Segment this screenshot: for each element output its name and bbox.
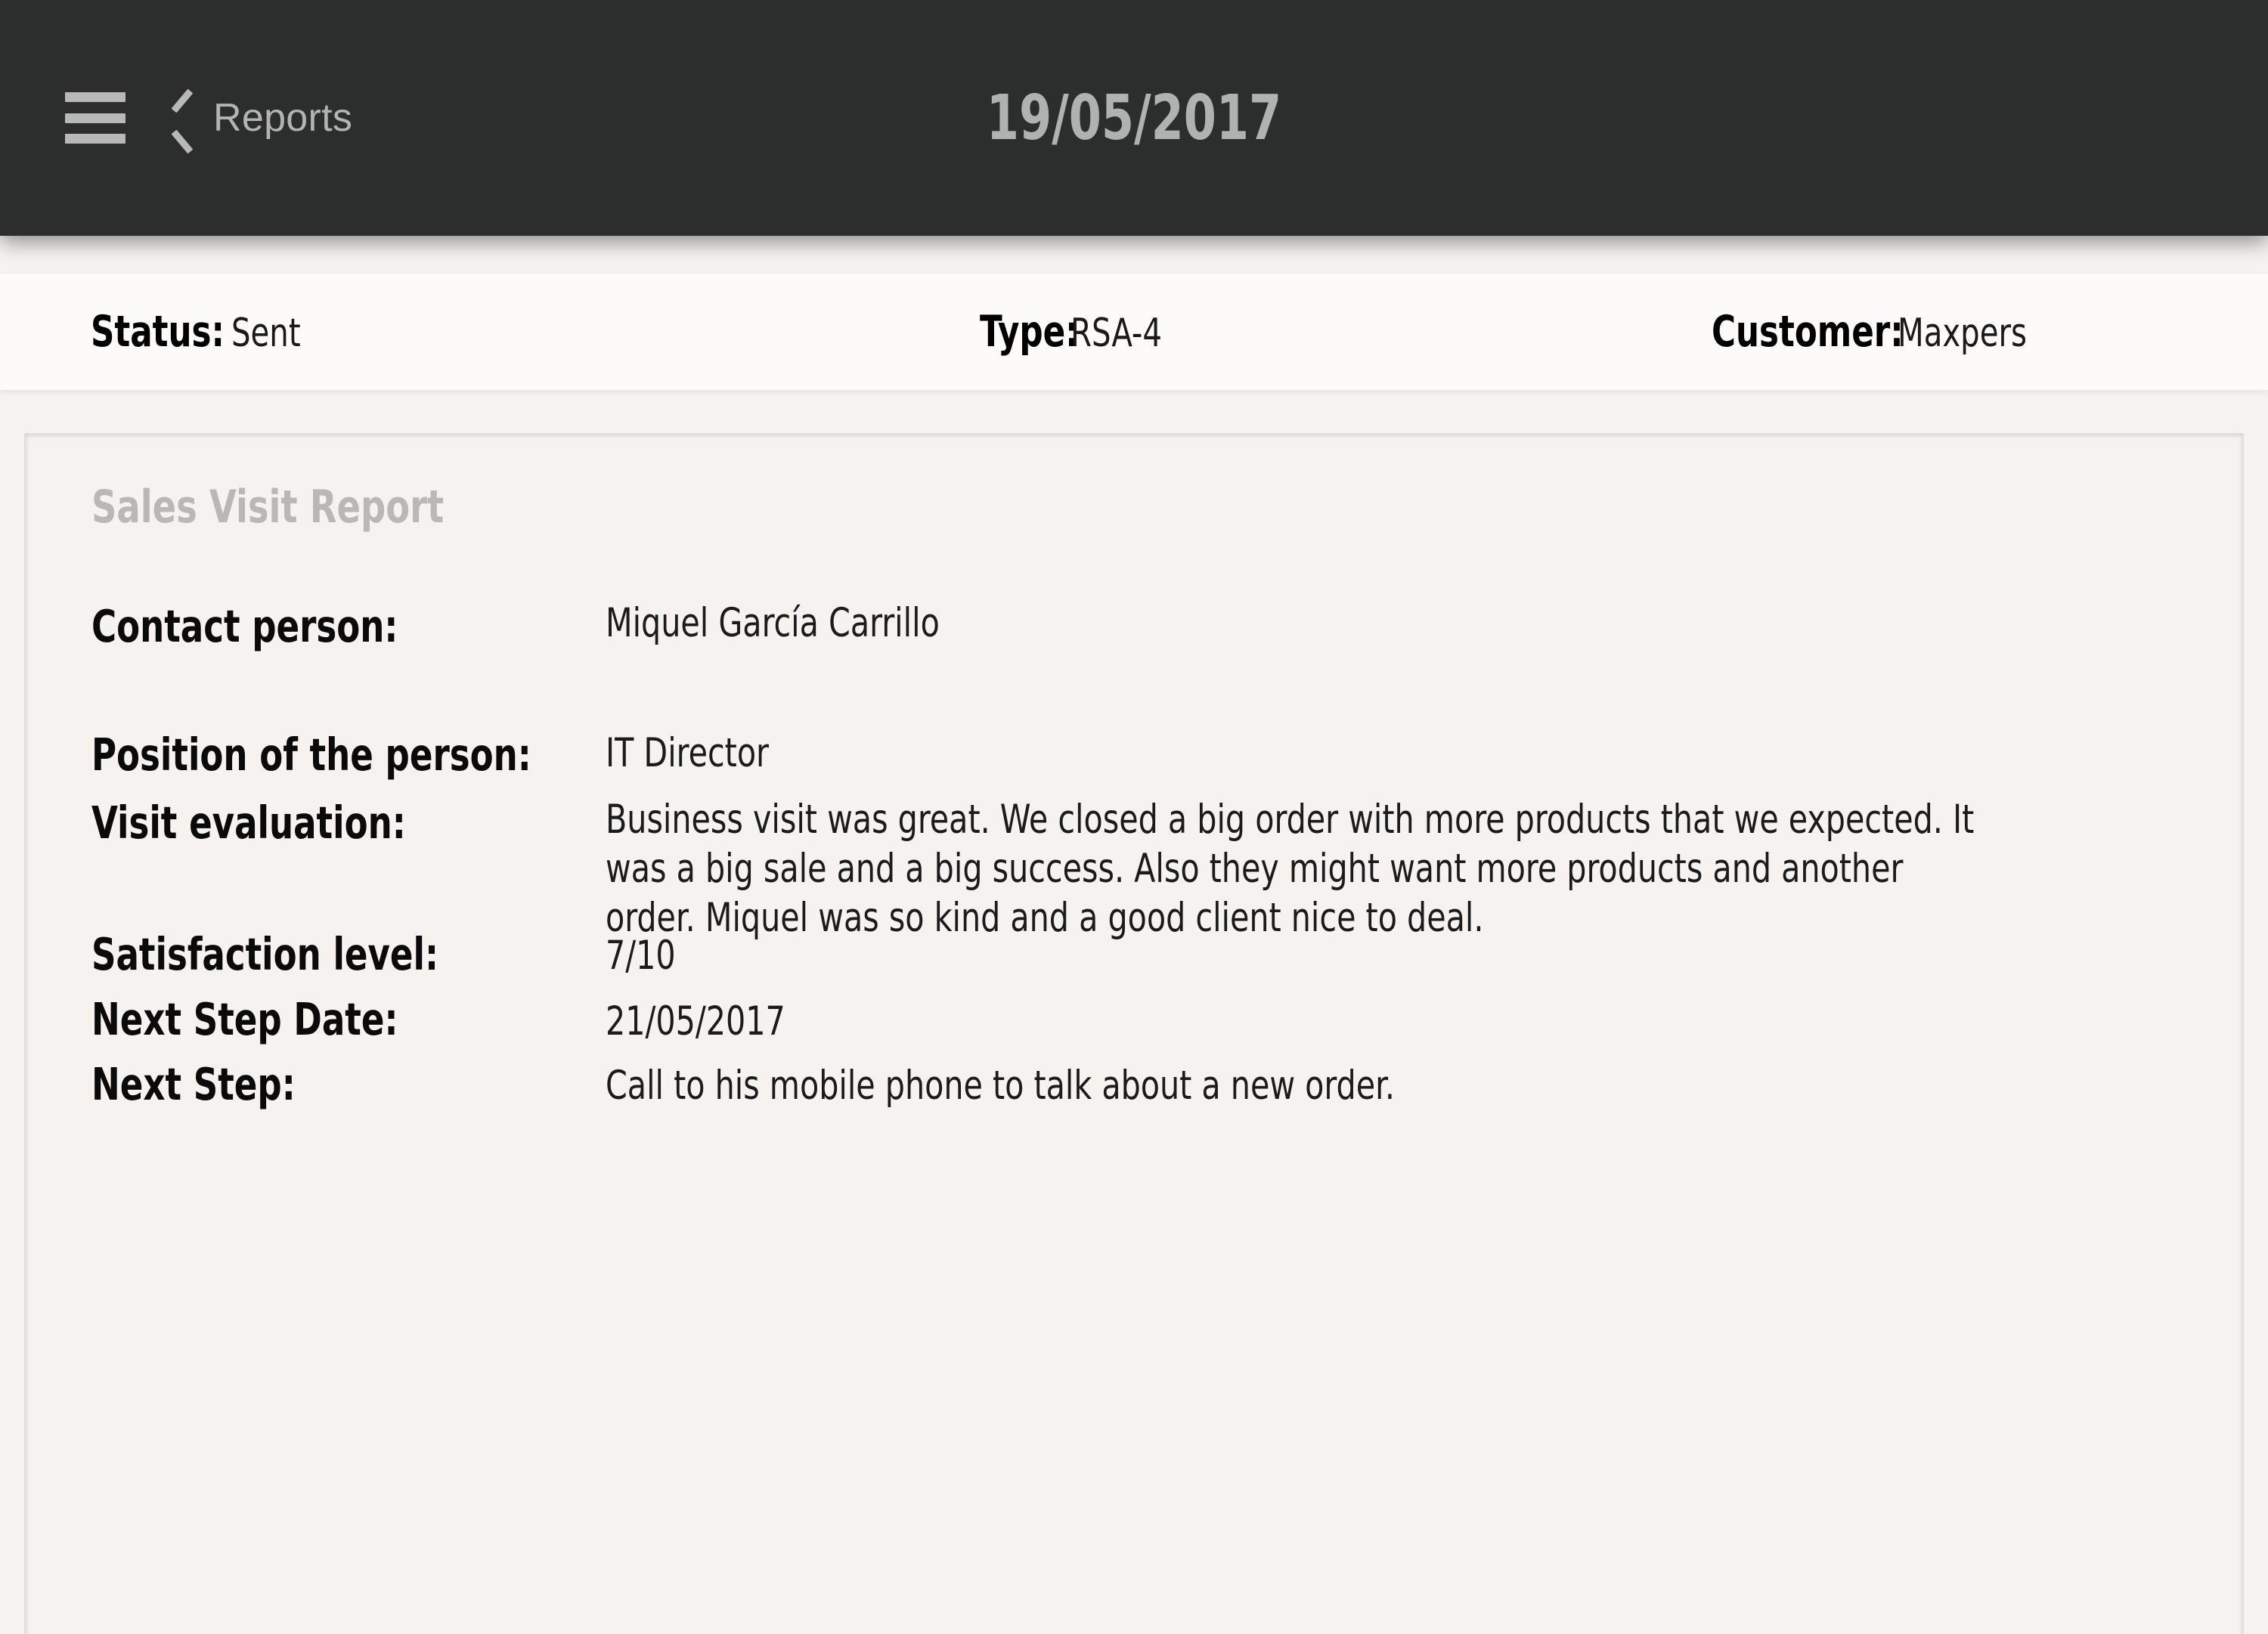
customer-field: Customer: Maxpers: [1712, 307, 2048, 357]
navbar-left-group: Reports: [0, 0, 352, 236]
field-label-visit-evaluation: Visit evaluation:: [91, 797, 406, 849]
field-value-contact-person[interactable]: Miquel García Carrillo: [606, 599, 1979, 648]
hamburger-menu-icon[interactable]: [65, 92, 125, 144]
report-section-title: Sales Visit Report: [91, 481, 445, 534]
field-label-next-step: Next Step:: [91, 1058, 296, 1110]
type-field: Type: RSA-4: [980, 307, 1176, 357]
field-value-position[interactable]: IT Director: [606, 729, 1979, 778]
type-label: Type:: [980, 307, 1079, 357]
page-title: 19/05/2017: [986, 82, 1282, 154]
app-root: Reports 19/05/2017 Status: Sent Type: RS…: [0, 0, 2268, 1634]
hamburger-bar-3: [65, 134, 125, 144]
field-value-next-step[interactable]: Call to his mobile phone to talk about a…: [606, 1061, 1979, 1110]
hamburger-bar-2: [65, 113, 125, 123]
status-label: Status:: [91, 307, 225, 357]
type-value: RSA-4: [1070, 311, 1162, 356]
sales-visit-report-card: Sales Visit Report Contact person: Mique…: [24, 433, 2244, 1634]
back-button-label: Reports: [213, 96, 353, 140]
field-value-visit-evaluation[interactable]: Business visit was great. We closed a bi…: [606, 795, 1979, 942]
field-label-satisfaction-level: Satisfaction level:: [91, 928, 439, 980]
field-label-position: Position of the person:: [91, 729, 531, 781]
hamburger-bar-1: [65, 92, 125, 102]
customer-label: Customer:: [1712, 307, 1904, 357]
field-label-next-step-date: Next Step Date:: [91, 993, 398, 1045]
field-label-contact-person: Contact person:: [91, 600, 398, 652]
back-to-reports-button[interactable]: Reports: [171, 95, 352, 141]
chevron-left-icon: [171, 97, 197, 139]
report-meta-bar: Status: Sent Type: RSA-4 Customer: Maxpe…: [0, 274, 2268, 390]
status-field: Status: Sent: [91, 307, 312, 357]
customer-value: Maxpers: [1898, 311, 2028, 356]
status-value: Sent: [231, 311, 301, 356]
field-value-satisfaction-level[interactable]: 7/10: [606, 931, 1979, 980]
field-value-next-step-date[interactable]: 21/05/2017: [606, 997, 1979, 1046]
navbar-shadow-gap: [0, 236, 2268, 274]
top-navigation-bar: Reports 19/05/2017: [0, 0, 2268, 236]
